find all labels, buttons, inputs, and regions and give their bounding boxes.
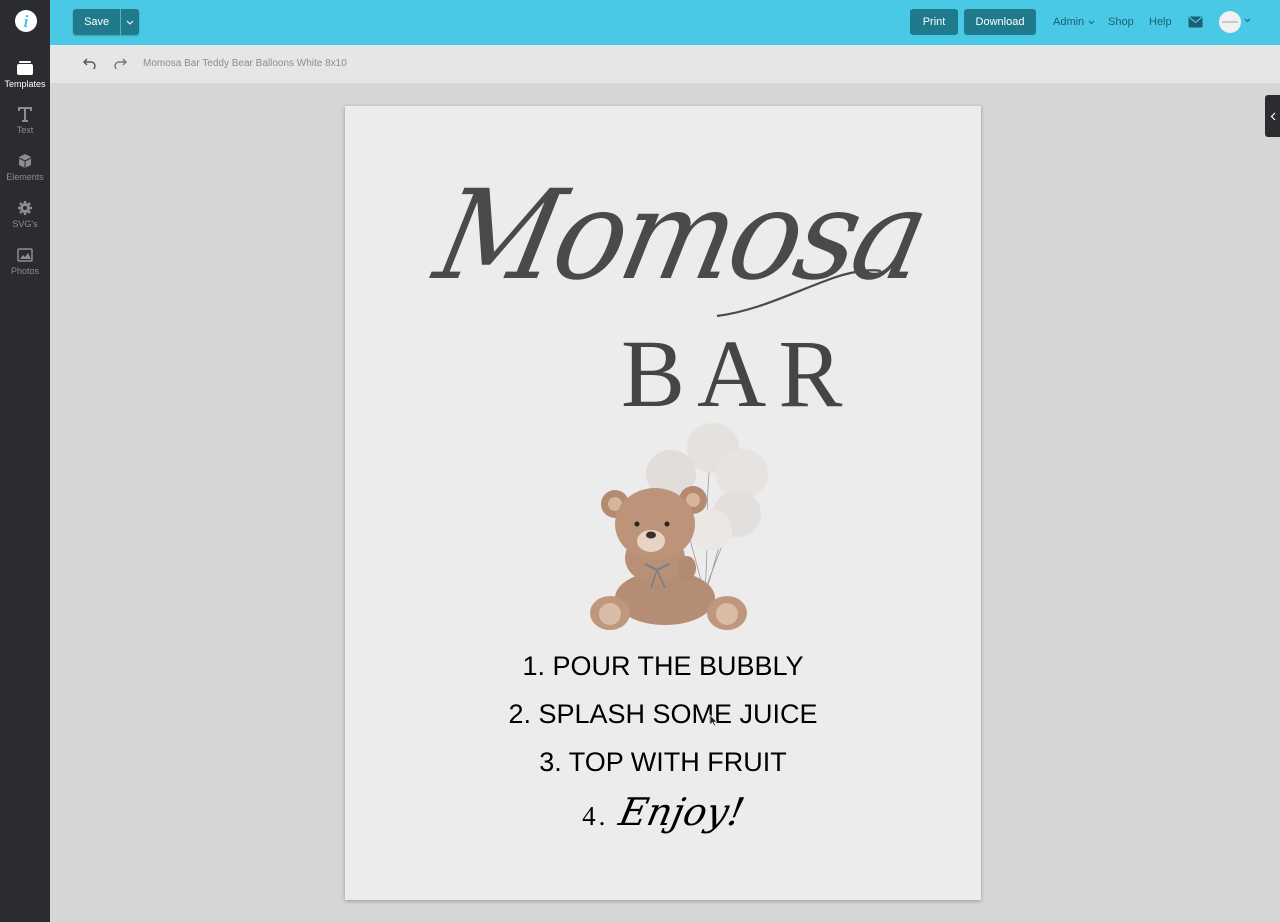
mouse-cursor-icon (709, 714, 717, 727)
sidebar-item-svgs[interactable]: SVG's (0, 198, 50, 229)
top-bar: Save Print Download Admin Shop Help (50, 0, 1280, 45)
step-4-number: 4. (582, 801, 609, 831)
sidebar-item-text[interactable]: Text (0, 104, 50, 135)
sidebar-item-label: Elements (6, 172, 44, 182)
app-logo-icon[interactable]: i (15, 10, 37, 32)
step-1-text[interactable]: 1. POUR THE BUBBLY (345, 651, 981, 682)
elements-icon (15, 151, 35, 171)
mail-icon[interactable] (1188, 15, 1203, 33)
chevron-left-icon (1270, 112, 1275, 120)
sidebar-item-label: SVG's (12, 219, 38, 229)
sidebar-item-templates[interactable]: Templates (0, 58, 50, 89)
svg-icon (15, 198, 35, 218)
print-button[interactable]: Print (910, 9, 958, 35)
step-2-text[interactable]: 2. SPLASH SOME JUICE (345, 699, 981, 730)
shop-link[interactable]: Shop (1108, 16, 1134, 28)
help-link[interactable]: Help (1149, 16, 1172, 28)
sidebar-item-label: Text (16, 125, 34, 135)
bar-title-text[interactable]: BAR (621, 326, 854, 422)
undo-icon[interactable] (83, 57, 97, 69)
photos-icon (15, 245, 35, 265)
left-sidebar: i Templates Text Elements SVG's Photos (0, 0, 50, 922)
title-swash-flourish (716, 269, 882, 318)
save-button[interactable]: Save (73, 9, 139, 35)
save-options-chevron-down-icon[interactable] (120, 9, 139, 35)
step-4-text[interactable]: 4. Enjoy! (345, 790, 981, 834)
editor-toolbar: Momosa Bar Teddy Bear Balloons White 8x1… (50, 45, 1280, 83)
download-button[interactable]: Download (964, 9, 1036, 35)
avatar[interactable] (1219, 11, 1241, 33)
admin-menu-label: Admin (1053, 16, 1085, 28)
step-3-text[interactable]: 3. TOP WITH FRUIT (345, 747, 981, 778)
design-canvas-page[interactable]: Momosa BAR 1. POUR THE BUBBLY 2. SPLASH … (345, 106, 981, 900)
admin-menu[interactable]: Admin (1053, 16, 1095, 28)
sidebar-item-label: Templates (4, 79, 46, 89)
save-button-label: Save (84, 16, 110, 28)
teddy-bear-balloons-image[interactable] (585, 418, 775, 638)
right-panel-toggle[interactable] (1265, 95, 1280, 137)
sidebar-item-photos[interactable]: Photos (0, 245, 50, 276)
sidebar-item-elements[interactable]: Elements (0, 151, 50, 182)
redo-icon[interactable] (113, 57, 127, 69)
chevron-down-icon (1088, 20, 1095, 24)
text-icon (15, 104, 35, 124)
step-4-script-word: Enjoy! (615, 790, 749, 834)
sidebar-item-label: Photos (10, 266, 40, 276)
templates-icon (15, 58, 35, 78)
chevron-down-icon[interactable] (1244, 18, 1251, 23)
document-title: Momosa Bar Teddy Bear Balloons White 8x1… (143, 58, 347, 69)
